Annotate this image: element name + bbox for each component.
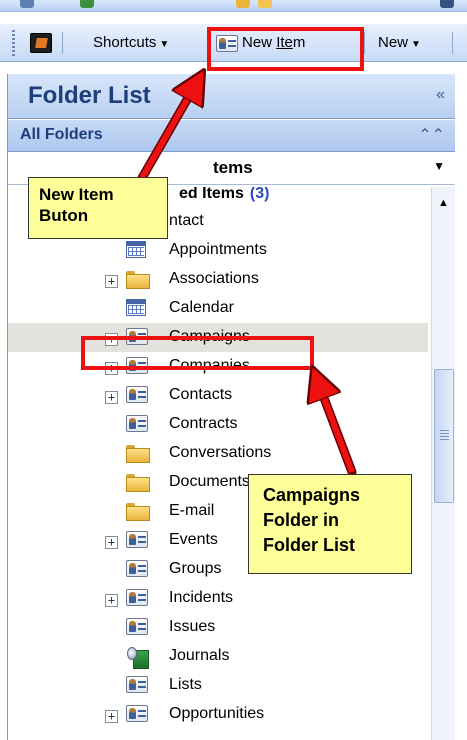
campaigns-callout: Campaigns Folder in Folder List <box>248 474 412 574</box>
new-item-callout: New Item Buton <box>28 177 168 239</box>
callout-text: Campaigns <box>263 485 361 505</box>
callout-text: Folder List <box>263 535 356 555</box>
annotation-arrows <box>137 0 357 477</box>
callout-text: Folder in <box>263 510 339 530</box>
callout-text: New Item <box>39 185 114 204</box>
callout-text: Buton <box>39 206 89 225</box>
